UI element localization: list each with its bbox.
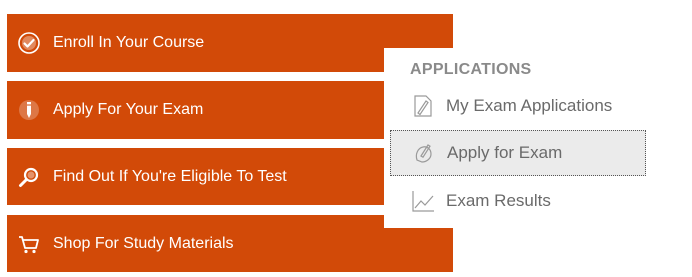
eligibility-label: Find Out If You're Eligible To Test — [53, 167, 287, 185]
enroll-course-label: Enroll In Your Course — [53, 34, 205, 51]
menu-item-label: Apply for Exam — [447, 143, 563, 162]
checkmark-circle-icon — [15, 29, 43, 57]
applications-menu: APPLICATIONS My Exam Applications Apply … — [384, 48, 646, 228]
line-chart-icon — [408, 186, 438, 216]
document-pencil-icon — [408, 91, 438, 121]
apply-exam-label: Apply For Your Exam — [53, 101, 204, 118]
menu-item-my-exam-applications[interactable]: My Exam Applications — [390, 83, 646, 129]
menu-item-label: My Exam Applications — [446, 96, 613, 115]
magnifier-icon — [15, 163, 43, 191]
menu-item-label: Exam Results — [446, 191, 551, 210]
applications-header: APPLICATIONS — [410, 61, 532, 78]
pencil-icon — [15, 96, 43, 124]
shop-materials-label: Shop For Study Materials — [53, 234, 234, 252]
menu-item-exam-results[interactable]: Exam Results — [390, 178, 646, 224]
menu-item-apply-for-exam[interactable]: Apply for Exam — [390, 130, 646, 176]
cart-icon — [15, 230, 43, 258]
hand-pencil-icon — [409, 138, 439, 168]
